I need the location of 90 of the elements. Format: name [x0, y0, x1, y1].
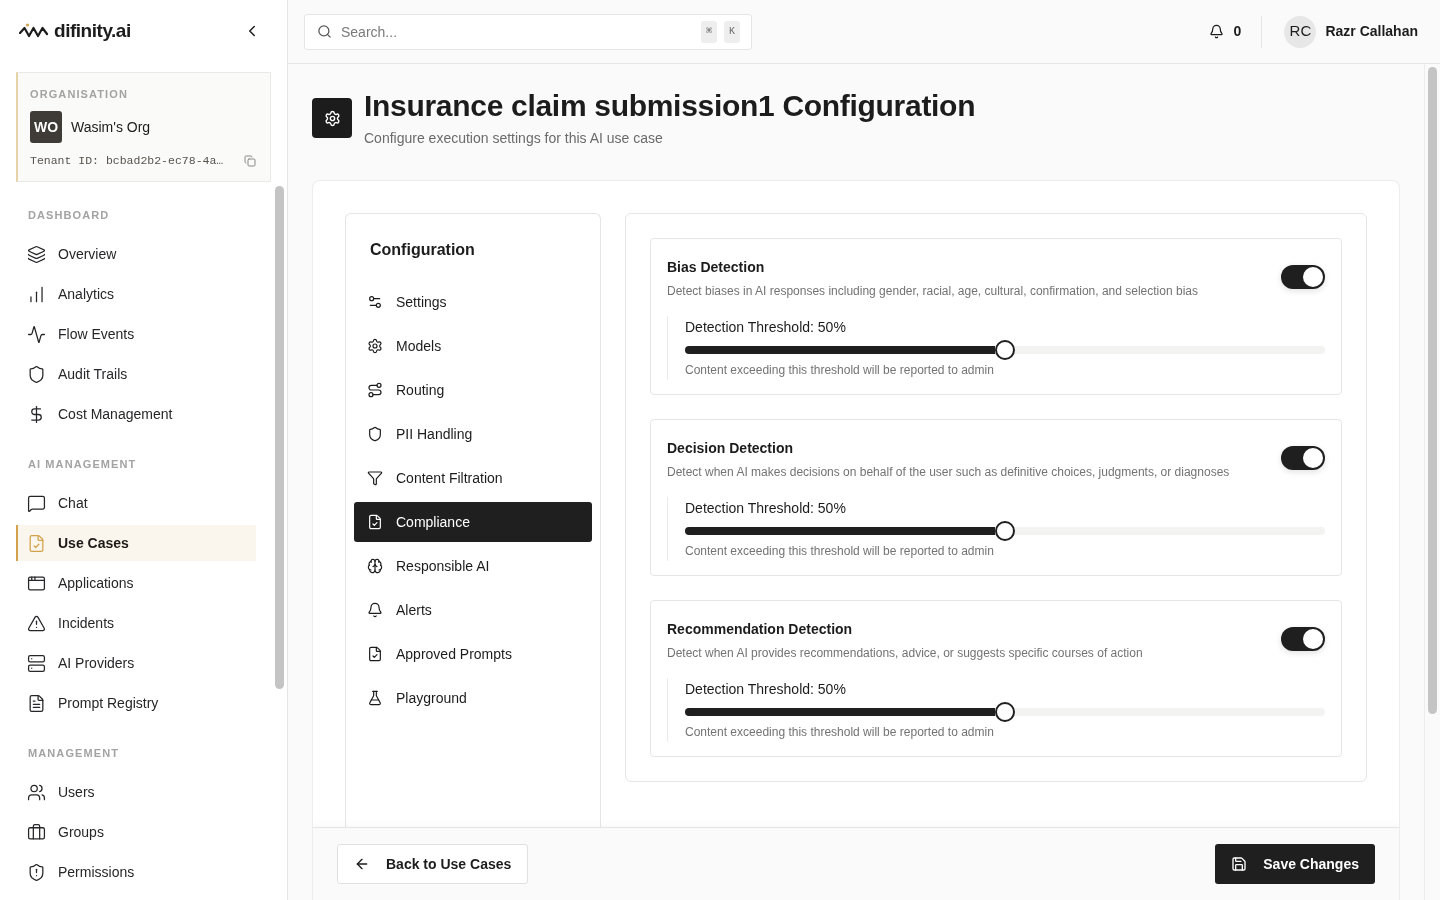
gear-icon	[367, 338, 383, 354]
config-nav-item[interactable]: Routing	[354, 370, 592, 410]
detection-title: Bias Detection	[667, 258, 766, 277]
bell-icon	[1208, 24, 1224, 39]
toggle-switch[interactable]	[1281, 627, 1325, 651]
sidebar-item[interactable]: Analytics	[16, 276, 256, 312]
config-nav-item[interactable]: Models	[354, 326, 592, 366]
threshold-label: Detection Threshold: 50%	[685, 318, 847, 337]
document-icon	[27, 693, 46, 713]
config-nav-item[interactable]: Settings	[354, 282, 592, 322]
scrollbar-thumb[interactable]	[1428, 67, 1437, 714]
sidebar-item[interactable]: Incidents	[16, 605, 256, 641]
config-nav-item[interactable]: Alerts	[354, 590, 592, 630]
brand-name: difinity.ai	[54, 18, 131, 43]
chat-bubble-icon	[27, 493, 46, 513]
detection-description: Detect biases in AI responses including gender, racial, age, cultural, confirmation, and selection bias	[667, 283, 1199, 299]
section-label: AI MANAGEMENT	[27, 457, 138, 472]
shield-icon	[27, 364, 46, 384]
detection-description: Detect when AI makes decisions on behalf of the user such as definitive choices, judgments, or diagnoses	[667, 464, 1231, 480]
sidebar-item[interactable]: Users	[16, 774, 256, 810]
warning-triangle-icon	[27, 613, 46, 633]
detection-description: Detect when AI provides recommendations, advice, or suggests specific courses of action	[667, 645, 1144, 661]
file-check-icon	[367, 514, 383, 530]
server-icon	[27, 653, 46, 673]
flask-icon	[367, 690, 383, 706]
route-icon	[367, 382, 383, 398]
user-menu-button[interactable]: RC Razr Callahan	[1284, 15, 1418, 48]
config-nav-item[interactable]: Compliance	[354, 502, 592, 542]
scrollbar-thumb[interactable]	[274, 186, 284, 689]
slider-thumb[interactable]	[995, 340, 1015, 360]
section-label: DASHBOARD	[27, 208, 111, 223]
sidebar-item[interactable]: AI Providers	[16, 645, 256, 681]
brain-icon	[367, 558, 383, 574]
slider-thumb[interactable]	[995, 521, 1015, 541]
sidebar-item[interactable]: Groups	[16, 814, 256, 850]
threshold-label: Detection Threshold: 50%	[685, 499, 847, 518]
detection-title: Recommendation Detection	[667, 620, 854, 639]
save-button[interactable]: Save Changes	[1215, 844, 1375, 884]
save-icon	[1231, 856, 1248, 872]
slider-thumb[interactable]	[995, 702, 1015, 722]
organisation-label: ORGANISATION	[30, 87, 129, 101]
shield-icon	[367, 426, 383, 442]
sidebar-item[interactable]: Audit Trails	[16, 356, 256, 392]
org-name: Wasim's Org	[71, 117, 151, 137]
config-nav-item[interactable]: PII Handling	[354, 414, 592, 454]
tenant-id: Tenant ID: bcbad2b2-ec78-4a…	[30, 153, 224, 169]
page-subtitle: Configure execution settings for this AI use case	[364, 129, 664, 148]
funnel-icon	[367, 470, 383, 486]
bar-chart-icon	[27, 284, 46, 304]
sidebar-item[interactable]: Chat	[16, 485, 256, 521]
sidebar-item[interactable]: Flow Events	[16, 316, 256, 352]
sidebar-item[interactable]: Prompt Registry	[16, 685, 256, 721]
threshold-note: Content exceeding this threshold will be reported to admin	[685, 724, 995, 740]
configuration-nav-title: Configuration	[369, 240, 476, 260]
arrow-left-icon	[354, 856, 370, 872]
config-nav-item[interactable]: Approved Prompts	[354, 634, 592, 674]
sliders-icon	[367, 294, 383, 310]
toggle-switch[interactable]	[1281, 265, 1325, 289]
bell-icon	[367, 602, 383, 618]
layers-icon	[27, 244, 46, 264]
shortcut-key: K	[724, 20, 740, 43]
sidebar-item[interactable]: Applications	[16, 565, 256, 601]
pulse-line-icon	[27, 324, 46, 344]
user-avatar: RC	[1284, 15, 1317, 48]
sidebar-item[interactable]: Overview	[16, 236, 256, 272]
detection-title: Decision Detection	[667, 439, 795, 458]
file-check-icon	[27, 533, 46, 553]
config-nav-item[interactable]: Content Filtration	[354, 458, 592, 498]
sidebar-item[interactable]: Cost Management	[16, 396, 256, 432]
config-nav-item[interactable]: Playground	[354, 678, 592, 718]
shield-alert-icon	[27, 862, 46, 882]
search-icon	[317, 23, 332, 39]
users-icon	[27, 782, 46, 802]
settings-icon	[312, 98, 352, 138]
shortcut-key: ⌘	[701, 20, 717, 43]
logo-wave-icon	[19, 23, 49, 39]
threshold-note: Content exceeding this threshold will be reported to admin	[685, 362, 995, 378]
notifications-button[interactable]: 0	[1208, 21, 1242, 42]
page-title: Insurance claim submission1 Configuration	[364, 88, 976, 124]
threshold-label: Detection Threshold: 50%	[685, 680, 847, 699]
sidebar-item[interactable]: Use Cases	[16, 525, 256, 561]
org-avatar: WO	[30, 111, 62, 143]
config-nav-item[interactable]: Responsible AI	[354, 546, 592, 586]
toggle-switch[interactable]	[1281, 446, 1325, 470]
file-check-icon	[367, 646, 383, 662]
section-label: MANAGEMENT	[27, 746, 121, 761]
sidebar-item[interactable]: Permissions	[16, 854, 256, 890]
back-button[interactable]: Back to Use Cases	[337, 844, 529, 884]
briefcase-icon	[27, 822, 46, 842]
threshold-note: Content exceeding this threshold will be reported to admin	[685, 543, 995, 559]
